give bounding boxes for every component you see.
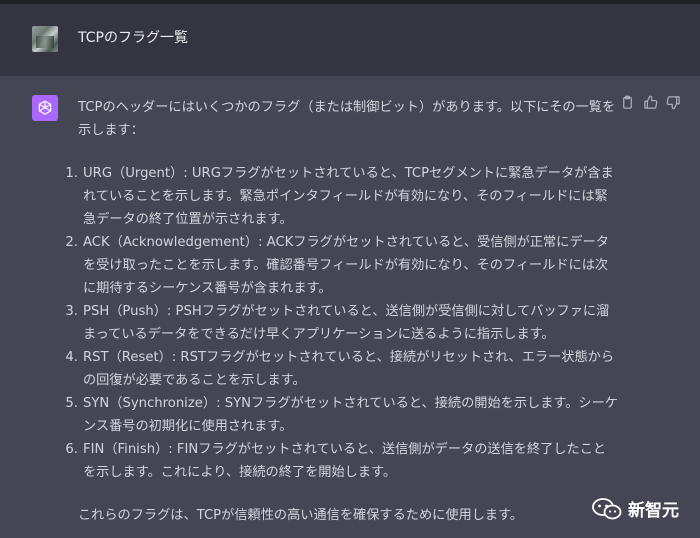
list-item: 3. PSH（Push）: PSHフラグがセットされていると、送信側が受信側に対し…	[65, 304, 610, 342]
message-actions	[620, 95, 681, 110]
flag-list: 1. URG（Urgent）: URGフラグがセットされていると、TCPセグメント…	[65, 162, 618, 484]
answer-intro: TCPのヘッダーにはいくつかのフラグ（または制御ビット）があります。以下にその一…	[78, 100, 616, 138]
wechat-icon	[592, 497, 622, 519]
watermark-text: 新智元	[628, 501, 679, 521]
watermark: 新智元	[592, 496, 679, 521]
assistant-avatar	[32, 95, 58, 121]
clipboard-icon[interactable]	[620, 95, 635, 110]
openai-logo-icon	[38, 100, 52, 115]
list-item: 6. FIN（Finish）: FINフラグがセットされていると、送信側がデータの…	[65, 442, 607, 480]
thumbs-up-icon[interactable]	[643, 95, 658, 110]
answer-closing: これらのフラグは、TCPが信頼性の高い通信を確保するために使用します。	[78, 508, 524, 523]
list-item: 1. URG（Urgent）: URGフラグがセットされていると、TCPセグメント…	[65, 166, 614, 227]
assistant-message: TCPのヘッダーにはいくつかのフラグ（または制御ビット）があります。以下にその一…	[65, 96, 618, 527]
list-item: 4. RST（Reset）: RSTフラグがセットされていると、接続がリセットされ…	[65, 350, 615, 388]
thumbs-down-icon[interactable]	[666, 95, 681, 110]
user-message: TCPのフラグ一覧	[0, 4, 700, 76]
user-message-text: TCPのフラグ一覧	[78, 30, 188, 46]
list-item: 2. ACK（Acknowledgement）: ACKフラグがセットされていると…	[65, 235, 609, 296]
list-item: 5. SYN（Synchronize）: SYNフラグがセットされていると、接続の…	[65, 396, 618, 434]
user-avatar	[32, 26, 58, 52]
